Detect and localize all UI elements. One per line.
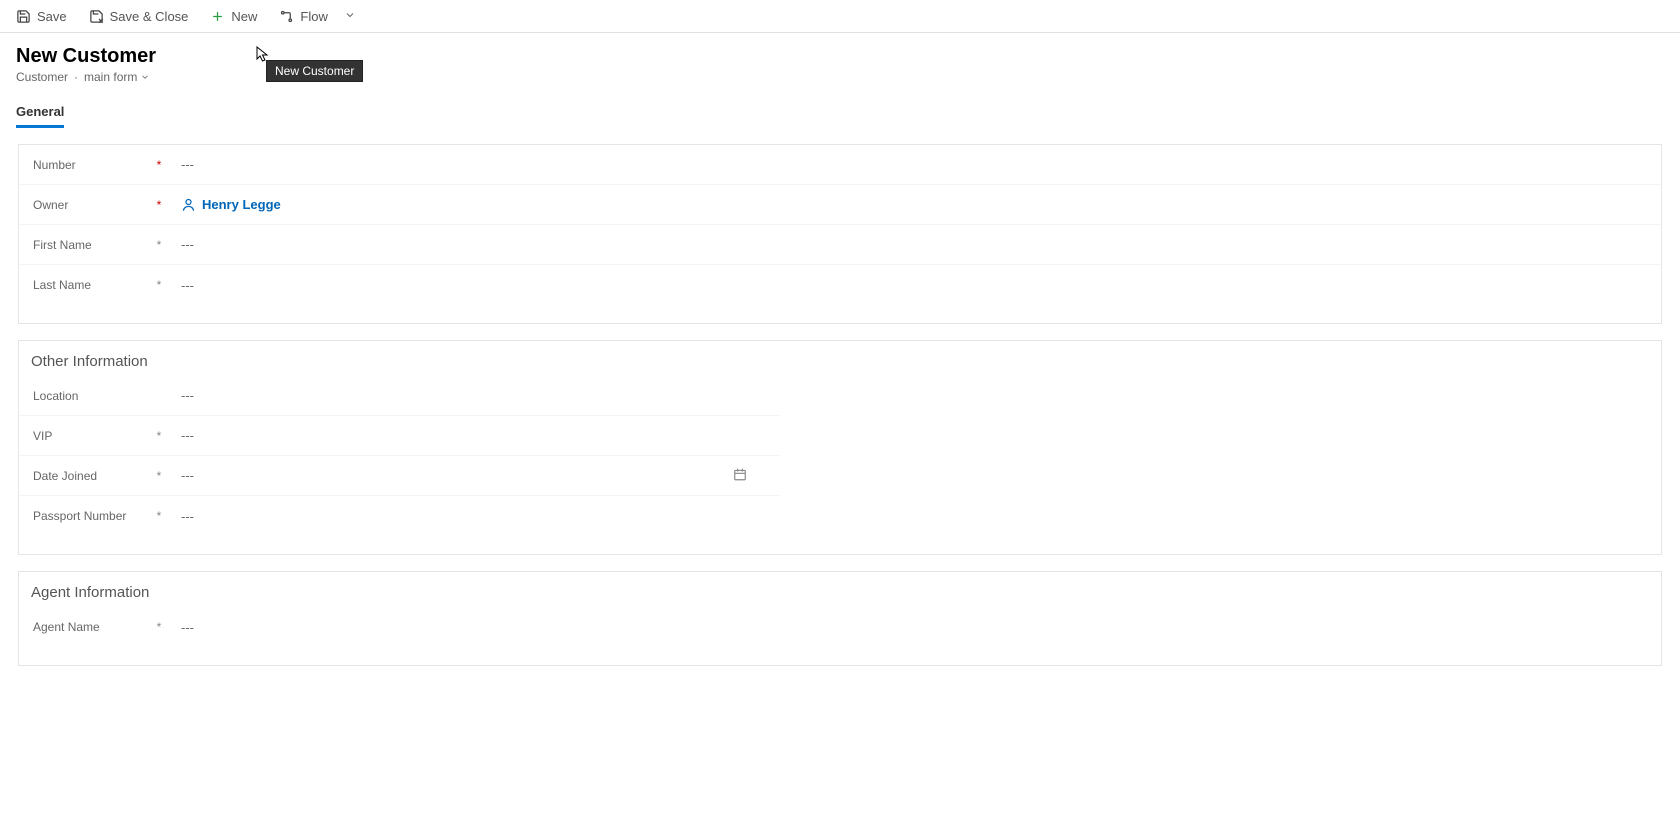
section-header: Other Information [19,341,1661,376]
calendar-icon[interactable] [733,467,747,484]
person-icon [181,197,196,212]
field-label: Owner [33,198,153,212]
new-button[interactable]: New [202,5,265,28]
chevron-down-icon [344,9,356,21]
entity-name: Customer [16,70,68,84]
field-number[interactable]: Number * --- [19,145,1661,185]
tooltip: New Customer [266,60,363,82]
recommended-indicator: * [153,238,165,252]
save-label: Save [37,9,67,24]
field-label: First Name [33,238,153,252]
field-label: Passport Number [33,509,153,523]
form-selector-label: main form [84,70,137,84]
field-placeholder: --- [181,620,194,635]
save-close-button[interactable]: Save & Close [81,5,197,28]
section-other-information: Other Information Location --- VIP * ---… [18,340,1662,555]
field-placeholder: --- [181,157,194,172]
recommended-indicator: * [153,509,165,523]
flow-chevron[interactable] [340,5,360,28]
tab-bar: General [0,98,1680,128]
field-placeholder: --- [181,388,194,403]
required-indicator: * [153,198,165,212]
field-vip[interactable]: VIP * --- [19,416,779,456]
owner-name: Henry Legge [202,197,281,212]
breadcrumb-dot: · [74,70,78,84]
recommended-indicator: * [153,620,165,634]
field-placeholder: --- [181,468,194,483]
field-label: Number [33,158,153,172]
record-title: New Customer [16,45,1664,68]
section-agent-information: Agent Information Agent Name * --- [18,571,1662,666]
field-label: Last Name [33,278,153,292]
field-label: Agent Name [33,620,153,634]
field-first-name[interactable]: First Name * --- [19,225,1661,265]
field-placeholder: --- [181,428,194,443]
tooltip-text: New Customer [275,64,354,78]
form-selector[interactable]: main form [84,70,150,84]
field-last-name[interactable]: Last Name * --- [19,265,1661,305]
recommended-indicator: * [153,278,165,292]
field-label: Date Joined [33,469,153,483]
field-placeholder: --- [181,237,194,252]
chevron-down-icon [140,72,150,82]
field-location[interactable]: Location --- [19,376,779,416]
save-button[interactable]: Save [8,5,75,28]
field-owner[interactable]: Owner * Henry Legge [19,185,1661,225]
plus-icon [210,9,225,24]
recommended-indicator: * [153,469,165,483]
field-placeholder: --- [181,278,194,293]
field-label: VIP [33,429,153,443]
field-passport-number[interactable]: Passport Number * --- [19,496,779,536]
tab-general[interactable]: General [16,98,64,128]
breadcrumb: Customer · main form [16,70,1664,84]
new-label: New [231,9,257,24]
section-general: Number * --- Owner * Henry Legge First N… [18,144,1662,324]
owner-chip[interactable]: Henry Legge [181,197,281,212]
field-label: Location [33,389,153,403]
tab-label: General [16,104,64,119]
field-date-joined[interactable]: Date Joined * --- [19,456,779,496]
flow-label: Flow [300,9,327,24]
save-icon [16,9,31,24]
field-agent-name[interactable]: Agent Name * --- [19,607,529,647]
recommended-indicator: * [153,429,165,443]
save-close-icon [89,9,104,24]
field-placeholder: --- [181,509,194,524]
flow-icon [279,9,294,24]
section-header: Agent Information [19,572,1661,607]
command-bar: Save Save & Close New Flow [0,0,1680,33]
save-close-label: Save & Close [110,9,189,24]
required-indicator: * [153,158,165,172]
flow-button[interactable]: Flow [271,5,335,28]
record-header: New Customer Customer · main form New Cu… [0,33,1680,84]
